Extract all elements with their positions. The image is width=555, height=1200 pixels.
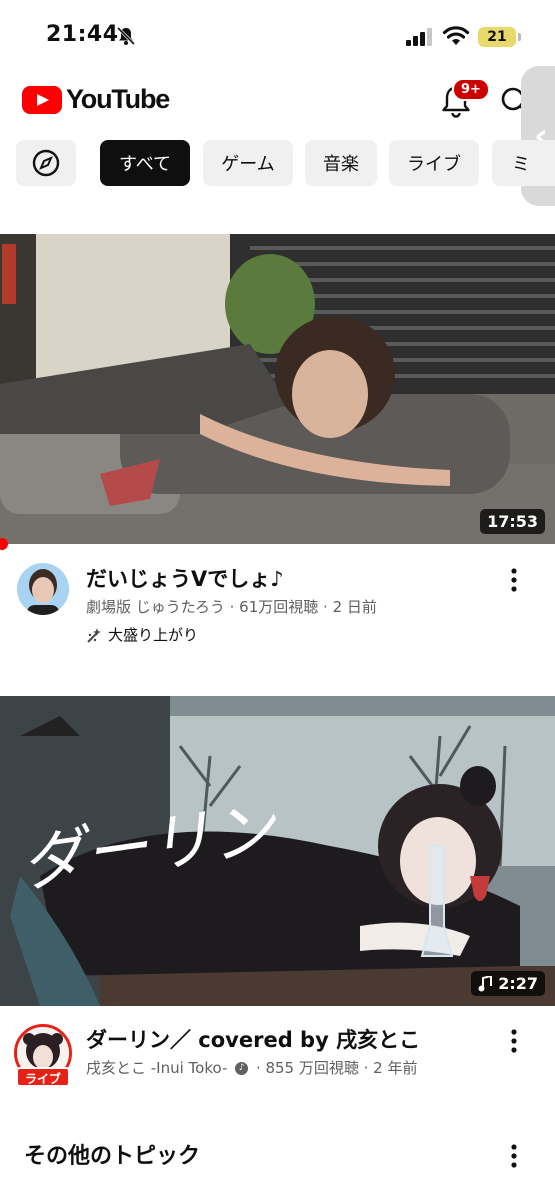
video-title[interactable]: だいじょうVでしょ♪ [86, 563, 284, 593]
chip-music[interactable]: 音楽 [305, 140, 377, 186]
video-thumbnail[interactable]: 17:53 [0, 234, 555, 544]
thumbnail-image [0, 234, 555, 544]
thumbnail-image: ダーリン [0, 696, 555, 1006]
channel-name[interactable]: 戌亥とこ -Inui Toko- [86, 1059, 227, 1077]
wifi-icon [442, 26, 470, 45]
youtube-logo[interactable]: YouTube [22, 84, 170, 115]
more-options-icon[interactable] [504, 1141, 524, 1171]
channel-avatar[interactable] [17, 563, 69, 615]
verified-music-icon: ♪ [235, 1062, 249, 1075]
video-duration: 2:27 [471, 971, 545, 996]
video-thumbnail[interactable]: ダーリン 2:27 [0, 696, 555, 1006]
chip-all[interactable]: すべて [100, 140, 190, 186]
duration-text: 17:53 [487, 512, 538, 531]
status-bar: 21:44 21 [0, 0, 555, 70]
sparkle-trend-icon [87, 627, 101, 643]
status-time: 21:44 [46, 22, 119, 47]
video-stats: · 855 万回視聴 · 2 年前 [255, 1059, 418, 1077]
app-header: YouTube 9+ [0, 70, 555, 130]
more-options-icon[interactable] [504, 1026, 524, 1056]
compass-icon [32, 149, 60, 177]
video-metadata: 戌亥とこ -Inui Toko- ♪ · 855 万回視聴 · 2 年前 [86, 1057, 418, 1078]
live-badge: ライブ [16, 1067, 70, 1087]
explore-button[interactable] [16, 140, 76, 186]
more-options-icon[interactable] [504, 565, 524, 595]
music-note-icon [478, 975, 493, 991]
video-title[interactable]: ダーリン／ covered by 戌亥とこ [86, 1024, 420, 1054]
logo-text: YouTube [66, 84, 170, 114]
category-chips: すべて ゲーム 音楽 ライブ ミ [16, 140, 555, 188]
duration-text: 2:27 [498, 974, 538, 993]
notification-badge: 9+ [452, 78, 490, 101]
chip-games[interactable]: ゲーム [203, 140, 293, 186]
avatar-image [17, 563, 69, 615]
play-logo-icon [22, 85, 62, 114]
watch-progress-marker [0, 538, 8, 550]
video-duration: 17:53 [480, 509, 545, 534]
section-heading: その他のトピック [24, 1144, 201, 1169]
battery-indicator: 21 [478, 27, 521, 47]
chip-more[interactable]: ミ [492, 140, 555, 186]
cellular-signal-icon [406, 28, 432, 46]
trending-badge: 大盛り上がり [86, 624, 198, 645]
chip-live[interactable]: ライブ [389, 140, 479, 186]
trending-label: 大盛り上がり [108, 626, 199, 644]
video-metadata: 劇場版 じゅうたろう · 61万回視聴 · 2 日前 [86, 598, 377, 616]
bell-slash-icon [116, 26, 136, 46]
